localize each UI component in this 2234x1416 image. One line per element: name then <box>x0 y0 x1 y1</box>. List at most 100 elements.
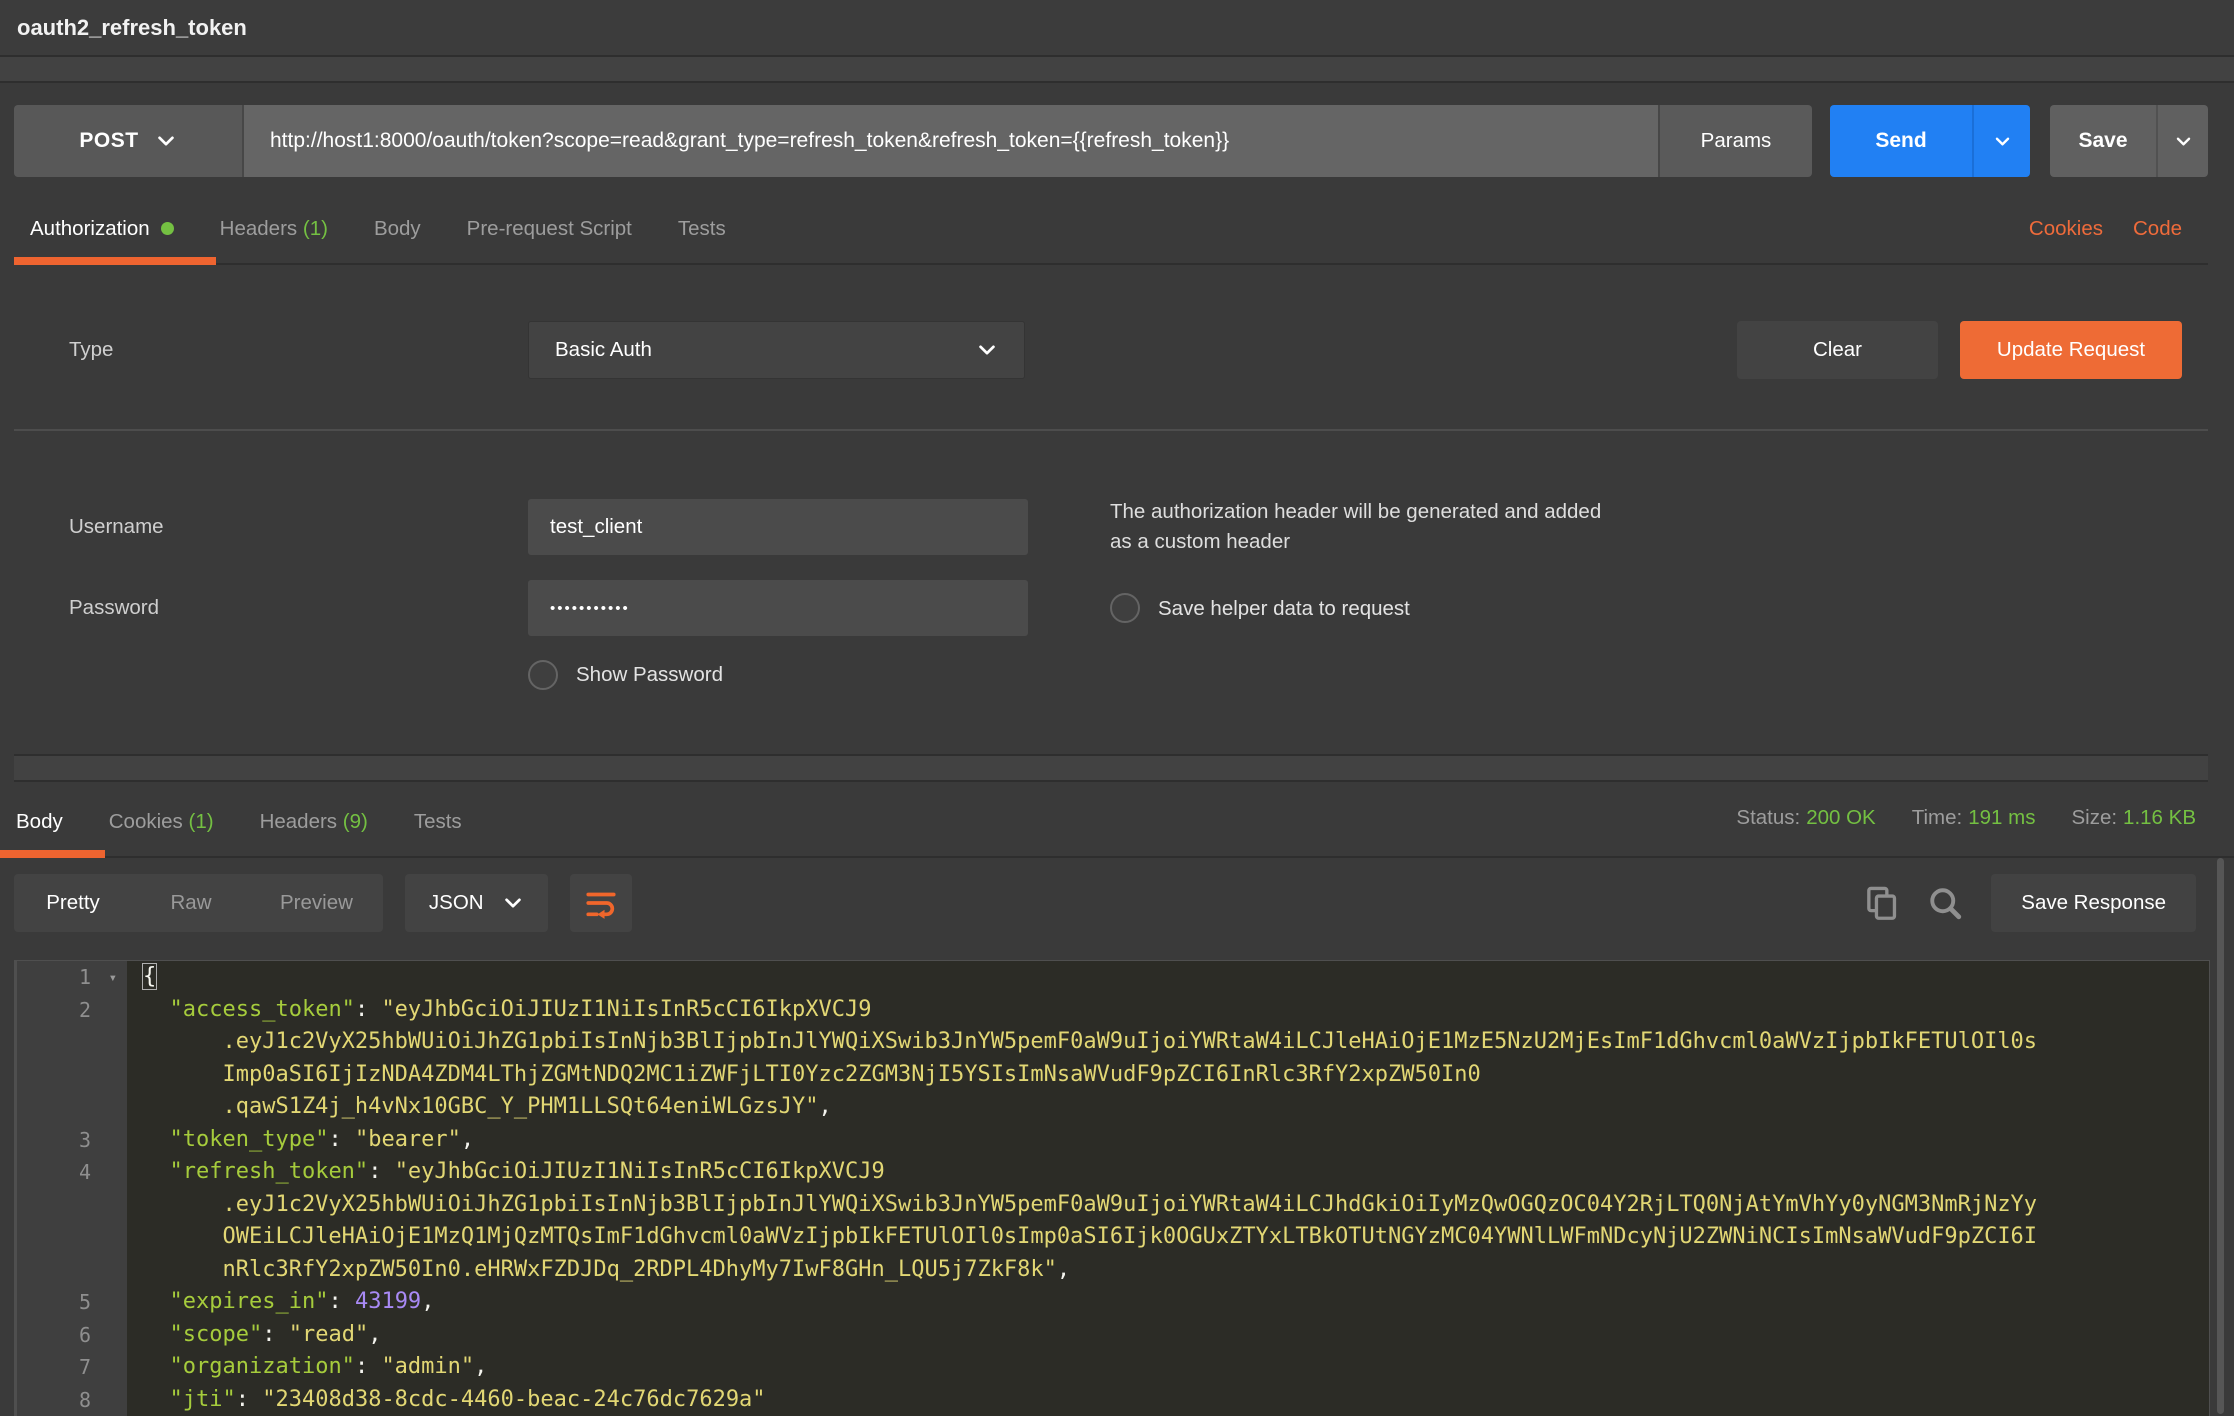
tab-headers[interactable]: Headers (1) <box>220 217 328 263</box>
auth-helper-text: The authorization header will be generat… <box>1110 497 1610 556</box>
code-text: .qawS1Z4j_h4vNx10GBC_Y_PHM1LLSQt64eniWLG… <box>127 1091 832 1124</box>
chevron-down-icon <box>2174 132 2193 151</box>
request-tabs: Authorization Headers (1) Body Pre-reque… <box>14 207 2208 265</box>
username-row: Username test_client The authorization h… <box>28 497 2182 556</box>
size-value: 1.16 KB <box>2123 806 2196 829</box>
request-title-bar: oauth2_refresh_token <box>0 0 2234 57</box>
time-value: 191 ms <box>1968 806 2035 829</box>
request-builder: POST http://host1:8000/oauth/token?scope… <box>0 83 2234 782</box>
basic-auth-editor: Username test_client The authorization h… <box>14 431 2208 756</box>
fold-caret-icon[interactable]: ▾ <box>109 962 117 995</box>
password-masked-value: ••••••••••• <box>550 600 630 617</box>
cookies-count-badge: (1) <box>189 810 214 833</box>
request-links: Cookies Code <box>2029 217 2208 263</box>
code-line: 5 "expires_in": 43199, <box>17 1286 2209 1319</box>
line-number: 6 <box>17 1319 127 1352</box>
response-tab-cookies[interactable]: Cookies (1) <box>109 810 214 856</box>
response-size: Size:1.16 KB <box>2071 806 2196 830</box>
chevron-down-icon <box>1993 132 2012 151</box>
toolbar-right: Save Response <box>1865 874 2196 932</box>
send-button[interactable]: Send <box>1830 105 1972 177</box>
code-text: "access_token": "eyJhbGciOiJIUzI1NiIsInR… <box>127 994 872 1027</box>
code-text: "expires_in": 43199, <box>127 1286 434 1319</box>
send-options-button[interactable] <box>1972 105 2030 177</box>
code-line: 2 "access_token": "eyJhbGciOiJIUzI1NiIsI… <box>17 994 2209 1027</box>
auth-type-dropdown[interactable]: Basic Auth <box>528 321 1025 379</box>
tab-tests[interactable]: Tests <box>678 217 726 263</box>
search-response-button[interactable] <box>1927 885 1963 921</box>
username-label: Username <box>28 515 528 539</box>
save-button[interactable]: Save <box>2050 105 2156 177</box>
line-number: 4 <box>17 1156 127 1189</box>
url-bar: POST http://host1:8000/oauth/token?scope… <box>14 105 1812 177</box>
format-value: JSON <box>429 891 484 915</box>
response-time: Time:191 ms <box>1912 806 2036 830</box>
title-sub-strip <box>0 57 2234 83</box>
response-tab-tests[interactable]: Tests <box>414 810 462 856</box>
response-header: Body Cookies (1) Headers (9) Tests Statu… <box>0 782 2234 858</box>
wrap-text-button[interactable] <box>570 874 632 932</box>
format-dropdown[interactable]: JSON <box>405 874 548 932</box>
code-link[interactable]: Code <box>2133 217 2182 241</box>
view-raw-button[interactable]: Raw <box>132 874 250 932</box>
clear-button[interactable]: Clear <box>1737 321 1938 379</box>
password-label: Password <box>28 596 528 620</box>
line-number <box>17 1026 127 1059</box>
code-line: .eyJ1c2VyX25hbWUiOiJhZG1pbiIsInNjb3BlIjp… <box>17 1189 2209 1222</box>
response-tab-headers-label: Headers <box>260 810 338 833</box>
line-number: 3 <box>17 1124 127 1157</box>
line-number: 8 <box>17 1384 127 1416</box>
type-label: Type <box>28 338 528 362</box>
code-line: .eyJ1c2VyX25hbWUiOiJhZG1pbiIsInNjb3BlIjp… <box>17 1026 2209 1059</box>
view-preview-button[interactable]: Preview <box>250 874 383 932</box>
response-tab-headers[interactable]: Headers (9) <box>260 810 368 856</box>
save-options-button[interactable] <box>2156 105 2208 177</box>
save-helper-label: Save helper data to request <box>1158 594 1410 624</box>
tab-body[interactable]: Body <box>374 217 421 263</box>
params-button[interactable]: Params <box>1660 105 1812 177</box>
vertical-scrollbar[interactable] <box>2217 858 2224 1414</box>
view-pretty-button[interactable]: Pretty <box>14 874 132 932</box>
tab-headers-label: Headers <box>220 217 298 240</box>
line-number <box>17 1059 127 1092</box>
url-input[interactable]: http://host1:8000/oauth/token?scope=read… <box>244 105 1660 177</box>
code-text: { <box>127 961 156 994</box>
show-password-radio[interactable] <box>528 660 558 690</box>
password-input[interactable]: ••••••••••• <box>528 580 1028 636</box>
time-label: Time: <box>1912 806 1963 829</box>
tab-authorization[interactable]: Authorization <box>14 217 174 263</box>
save-button-group: Save <box>2050 105 2208 177</box>
save-helper-radio[interactable] <box>1110 593 1140 623</box>
username-input[interactable]: test_client <box>528 499 1028 555</box>
code-line: Imp0aSI6IjIzNDA4ZDM4LThjZGMtNDQ2MC1iZWFj… <box>17 1059 2209 1092</box>
auth-active-dot <box>161 222 174 235</box>
method-dropdown[interactable]: POST <box>14 105 244 177</box>
chevron-down-icon <box>155 130 177 152</box>
code-text: .eyJ1c2VyX25hbWUiOiJhZG1pbiIsInNjb3BlIjp… <box>127 1189 2037 1222</box>
chevron-down-icon <box>976 339 998 361</box>
request-title: oauth2_refresh_token <box>17 15 247 41</box>
copy-icon <box>1865 885 1899 921</box>
update-request-button[interactable]: Update Request <box>1960 321 2182 379</box>
code-line: 8 "jti": "23408d38-8cdc-4460-beac-24c76d… <box>17 1384 2209 1416</box>
show-password-label: Show Password <box>576 663 723 687</box>
response-body-panel[interactable]: 1▾{2 "access_token": "eyJhbGciOiJIUzI1Ni… <box>14 960 2210 1416</box>
show-password-row: Show Password <box>28 660 2182 690</box>
code-text: "organization": "admin", <box>127 1351 487 1384</box>
code-line: OWEiLCJleHAiOjE1MzQ1MjQzMTQsImF1dGhvcml0… <box>17 1221 2209 1254</box>
section-divider-strip <box>14 756 2208 782</box>
code-line: .qawS1Z4j_h4vNx10GBC_Y_PHM1LLSQt64eniWLG… <box>17 1091 2209 1124</box>
code-line: 1▾{ <box>17 961 2209 994</box>
response-tab-cookies-label: Cookies <box>109 810 183 833</box>
status-label: Status: <box>1736 806 1800 829</box>
url-row: POST http://host1:8000/oauth/token?scope… <box>14 105 2208 177</box>
tab-prerequest-script[interactable]: Pre-request Script <box>467 217 632 263</box>
cookies-link[interactable]: Cookies <box>2029 217 2103 241</box>
copy-response-button[interactable] <box>1865 885 1899 921</box>
line-number: 1▾ <box>17 961 127 994</box>
save-response-button[interactable]: Save Response <box>1991 874 2196 932</box>
response-json-lines: 1▾{2 "access_token": "eyJhbGciOiJIUzI1Ni… <box>17 961 2209 1416</box>
response-tab-body[interactable]: Body <box>0 810 63 856</box>
auth-type-value: Basic Auth <box>555 338 652 362</box>
line-number: 5 <box>17 1286 127 1319</box>
